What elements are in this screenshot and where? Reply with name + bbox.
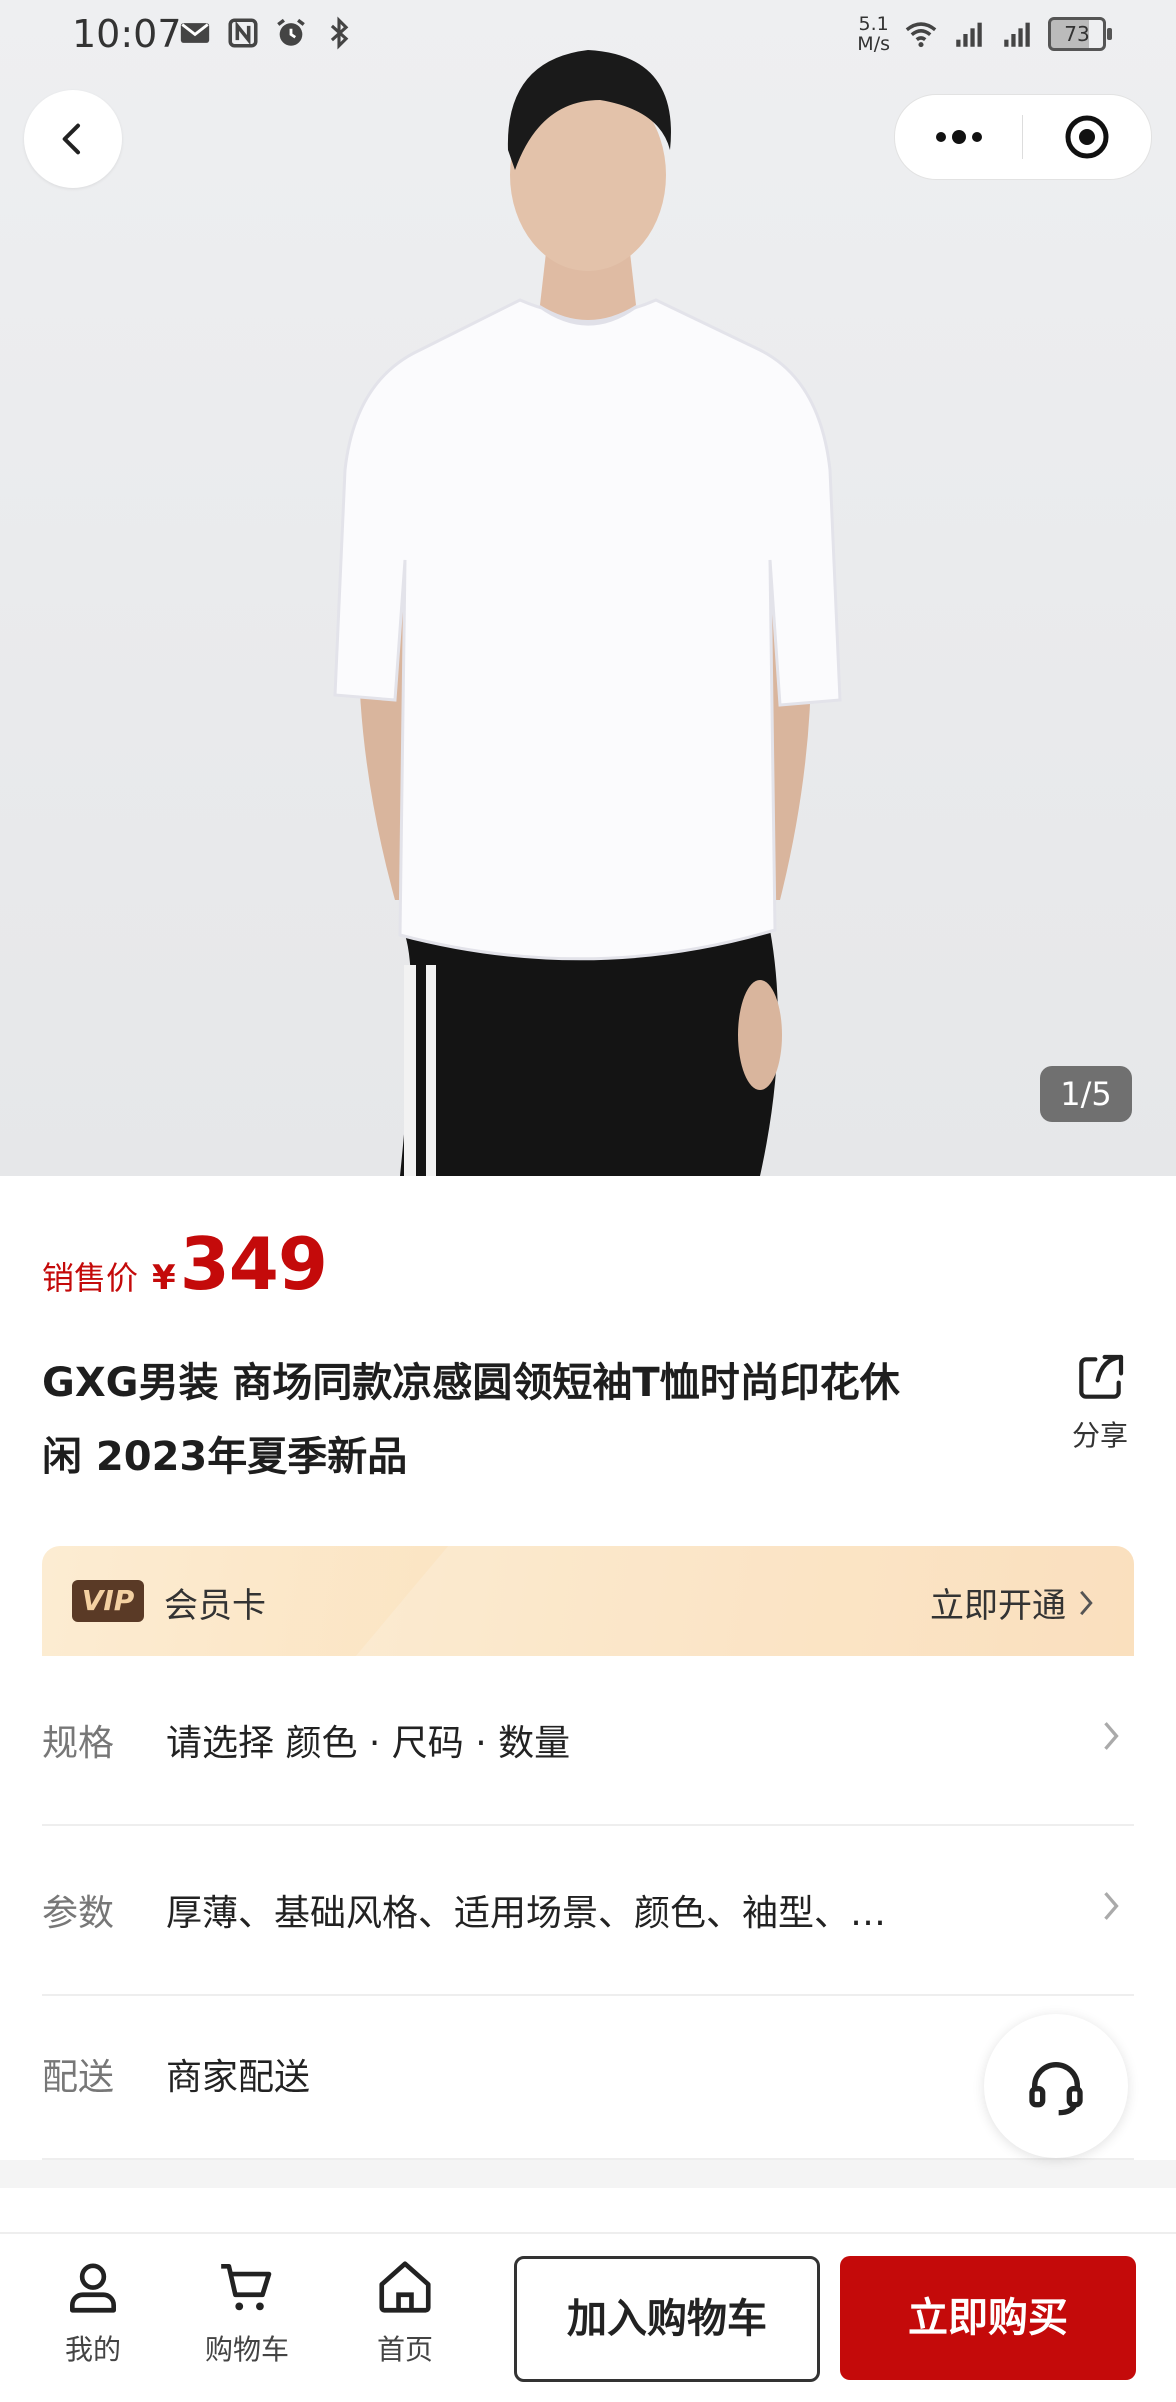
delivery-label: 配送 — [42, 2057, 115, 2098]
delivery-value: 商家配送 — [166, 2057, 311, 2098]
bluetooth-icon — [330, 16, 349, 50]
signal-5g-icon — [1004, 22, 1030, 47]
battery-indicator: 73 — [1048, 17, 1112, 51]
close-miniprogram-button[interactable] — [1023, 95, 1150, 179]
spec-value: 请选择 颜色 · 尺码 · 数量 — [166, 1723, 571, 1764]
target-close-icon — [1065, 115, 1108, 159]
vip-label: 会员卡 — [164, 1586, 266, 1626]
home-icon — [379, 2261, 431, 2313]
network-speed: 5.1 M/s — [857, 13, 890, 55]
share-button[interactable]: 分享 — [1060, 1350, 1140, 1454]
spec-label: 规格 — [42, 1723, 115, 1764]
mail-icon — [180, 23, 210, 43]
price-label: 销售价 — [42, 1259, 139, 1297]
price-row: 销售价 ¥ 349 — [42, 1222, 328, 1306]
customer-service-button[interactable] — [984, 2014, 1128, 2158]
image-counter: 1/5 — [1040, 1066, 1132, 1122]
price-currency: ¥ — [152, 1258, 176, 1298]
wifi-icon — [905, 22, 937, 48]
nav-mine[interactable]: 我的 — [28, 2256, 158, 2368]
product-title: GXG男装 商场同款凉感圆领短袖T恤时尚印花休 闲 2023年夏季新品 — [42, 1360, 900, 1480]
nav-cart[interactable]: 购物车 — [182, 2256, 312, 2368]
vip-open-link[interactable]: 立即开通 — [930, 1578, 1098, 1627]
nfc-icon — [228, 18, 258, 48]
headset-icon — [1029, 2062, 1083, 2116]
share-label: 分享 — [1071, 1419, 1128, 1452]
status-bar: 10:07 5.1 M/s 73 — [0, 0, 1176, 72]
product-image-gallery[interactable]: 10:07 5.1 M/s 73 1/5 — [0, 0, 1176, 1176]
chevron-right-icon — [1104, 1722, 1119, 1750]
params-value: 厚薄、基础风格、适用场景、颜色、袖型、… — [166, 1893, 887, 1934]
vip-member-card-banner[interactable]: VIP 会员卡 立即开通 — [42, 1546, 1134, 1656]
alarm-icon — [277, 18, 305, 46]
share-icon — [1079, 1354, 1124, 1399]
params-label: 参数 — [42, 1893, 115, 1934]
signal-4g-icon — [956, 22, 982, 47]
chevron-left-icon — [62, 123, 80, 155]
section-gap — [0, 2160, 1176, 2188]
nav-home[interactable]: 首页 — [340, 2256, 470, 2368]
chevron-right-icon — [1104, 1892, 1119, 1920]
add-to-cart-button[interactable]: 加入购物车 — [514, 2256, 820, 2382]
miniprogram-capsule — [894, 94, 1152, 180]
bottom-action-bar: 我的 购物车 首页 加入购物车 立即购买 — [0, 2232, 1176, 2402]
vip-badge: VIP — [72, 1580, 144, 1622]
status-time: 10:07 — [72, 12, 182, 56]
params-row[interactable]: 参数 厚薄、基础风格、适用场景、颜色、袖型、… — [0, 1826, 1176, 1996]
spec-row[interactable]: 规格 请选择 颜色 · 尺码 · 数量 — [0, 1656, 1176, 1826]
buy-now-button[interactable]: 立即购买 — [840, 2256, 1136, 2380]
cart-icon — [221, 2264, 272, 2311]
chevron-right-icon — [1080, 1590, 1093, 1615]
more-dots-icon — [935, 130, 982, 144]
user-icon — [70, 2263, 116, 2313]
more-button[interactable] — [895, 95, 1022, 179]
back-button[interactable] — [24, 90, 122, 188]
price-value: 349 — [179, 1222, 328, 1306]
